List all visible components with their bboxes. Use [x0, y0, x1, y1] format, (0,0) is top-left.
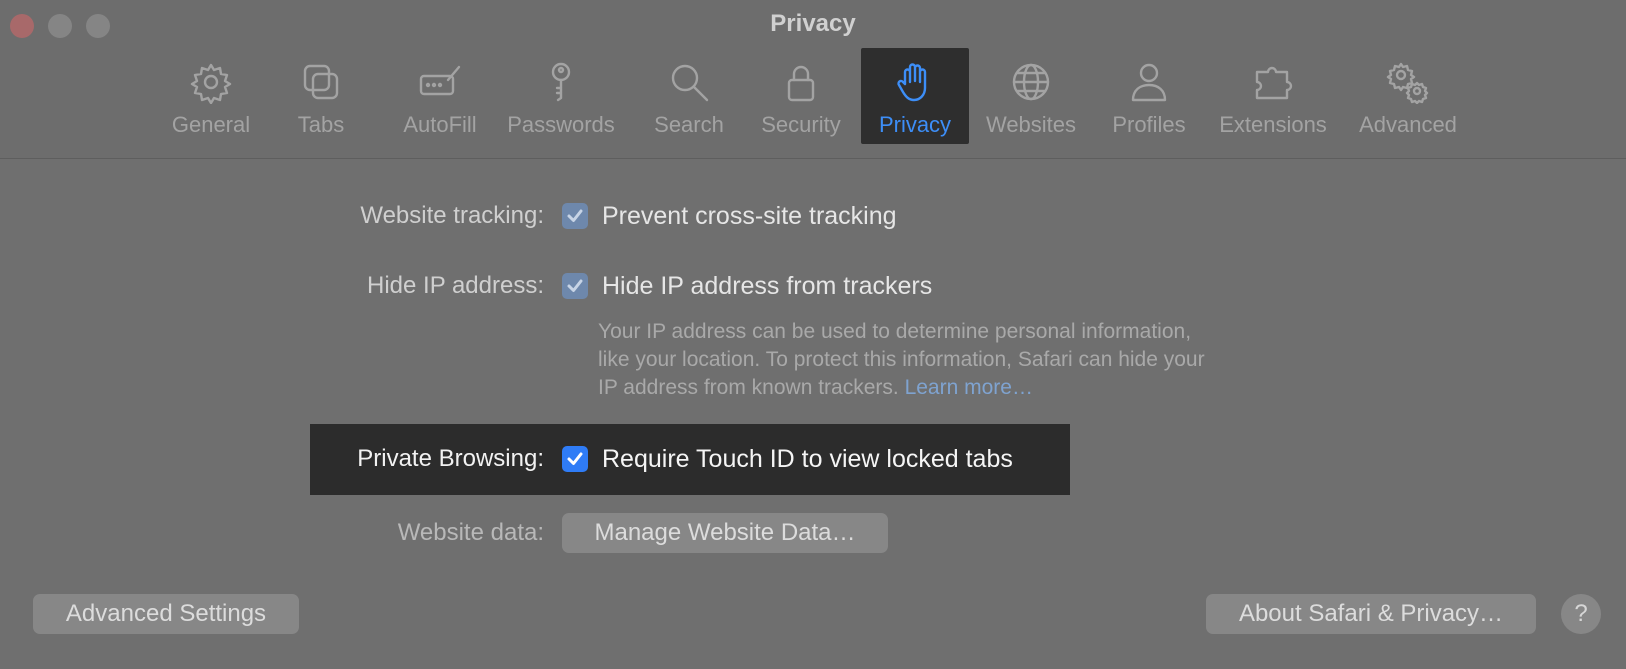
- tab-autofill[interactable]: AutoFill: [387, 48, 493, 144]
- tab-extensions[interactable]: Extensions: [1213, 48, 1333, 144]
- puzzle-icon: [1249, 58, 1297, 106]
- titlebar: Privacy General Tabs AutoFill Passwords: [0, 0, 1626, 159]
- require-touch-id-text: Require Touch ID to view locked tabs: [602, 444, 1013, 473]
- tab-search[interactable]: Search: [643, 48, 735, 144]
- search-icon: [665, 58, 713, 106]
- website-data-label: Website data:: [397, 519, 544, 546]
- gear-icon: [187, 58, 235, 106]
- hide-ip-help-text: Your IP address can be used to determine…: [598, 318, 1298, 402]
- checkmark-icon: [567, 279, 583, 292]
- tab-profiles[interactable]: Profiles: [1107, 48, 1191, 144]
- private-browsing-label: Private Browsing:: [357, 445, 544, 472]
- globe-icon: [1007, 58, 1055, 106]
- hide-ip-label: Hide IP address:: [367, 272, 544, 299]
- tab-label: Security: [761, 112, 841, 137]
- tab-security[interactable]: Security: [749, 48, 853, 144]
- help-line: IP address from known trackers. Learn mo…: [598, 374, 1298, 402]
- checkmark-icon: [567, 209, 583, 222]
- tab-label: Tabs: [297, 112, 345, 137]
- hide-ip-checkbox[interactable]: [562, 273, 588, 299]
- tab-label: Search: [654, 112, 724, 137]
- hide-ip-row: Hide IP address: Hide IP address from tr…: [0, 266, 1626, 306]
- manage-website-data-button[interactable]: Manage Website Data…: [562, 513, 888, 553]
- prevent-tracking-text: Prevent cross-site tracking: [602, 201, 897, 230]
- help-line: like your location. To protect this info…: [598, 348, 1205, 371]
- safari-settings-window: Privacy General Tabs AutoFill Passwords: [0, 0, 1626, 669]
- lock-icon: [777, 58, 825, 106]
- hide-ip-text: Hide IP address from trackers: [602, 271, 933, 300]
- window-title: Privacy: [770, 10, 856, 37]
- hand-icon: [891, 58, 939, 106]
- help-line-text: IP address from known trackers.: [598, 376, 899, 399]
- tab-advanced[interactable]: Advanced: [1353, 48, 1463, 144]
- key-icon: [537, 58, 585, 106]
- prevent-tracking-checkbox[interactable]: [562, 203, 588, 229]
- tab-general[interactable]: General: [163, 48, 259, 144]
- private-browsing-row: Private Browsing: Require Touch ID to vi…: [310, 439, 1070, 479]
- person-icon: [1125, 58, 1173, 106]
- about-safari-privacy-button[interactable]: About Safari & Privacy…: [1206, 594, 1536, 634]
- tab-label: Advanced: [1359, 112, 1457, 137]
- advanced-settings-button[interactable]: Advanced Settings: [33, 594, 299, 634]
- private-browsing-highlight: Private Browsing: Require Touch ID to vi…: [310, 424, 1070, 495]
- tabs-icon: [297, 58, 345, 106]
- tab-privacy[interactable]: Privacy: [861, 48, 969, 144]
- checkmark-icon: [567, 452, 583, 465]
- tab-label: AutoFill: [403, 112, 477, 137]
- tab-tabs[interactable]: Tabs: [279, 48, 363, 144]
- gears-icon: [1384, 58, 1432, 106]
- autofill-icon: [416, 58, 464, 106]
- website-tracking-row: Website tracking: Prevent cross-site tra…: [0, 196, 1626, 236]
- tab-label: General: [171, 112, 251, 137]
- tab-label: Passwords: [507, 112, 615, 137]
- website-tracking-label: Website tracking:: [360, 202, 544, 229]
- tab-label: Websites: [985, 112, 1077, 137]
- tab-websites[interactable]: Websites: [979, 48, 1083, 144]
- tab-label: Extensions: [1219, 112, 1327, 137]
- tab-label: Privacy: [878, 112, 952, 137]
- tab-label: Profiles: [1112, 112, 1186, 137]
- require-touch-id-checkbox[interactable]: [562, 446, 588, 472]
- tab-passwords[interactable]: Passwords: [499, 48, 623, 144]
- help-line: Your IP address can be used to determine…: [598, 320, 1192, 343]
- help-button[interactable]: ?: [1561, 594, 1601, 634]
- learn-more-link[interactable]: Learn more…: [905, 376, 1033, 399]
